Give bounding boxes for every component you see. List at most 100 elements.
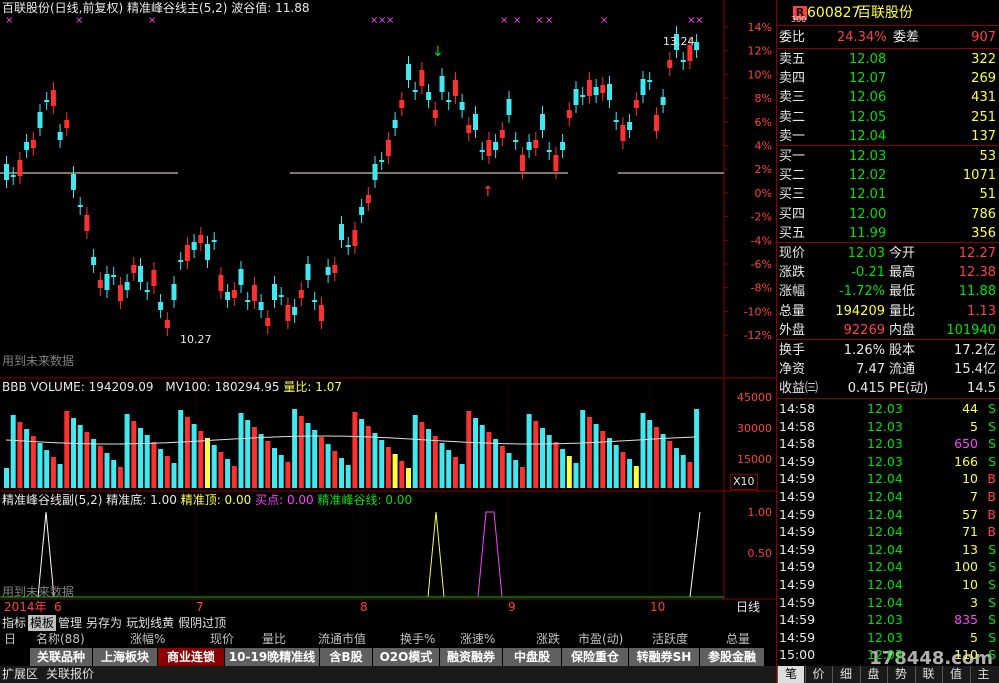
column-header-item[interactable]: 日 (4, 631, 16, 647)
bid-volume: 1071 (962, 168, 996, 184)
ask-row[interactable]: 卖二 12.05 251 (777, 108, 999, 127)
candle-body (171, 284, 177, 300)
candle-body (633, 100, 639, 108)
candle-body (71, 174, 76, 190)
stat-row: 总量 194209 量比 1.13 (777, 302, 999, 321)
extension-area-button[interactable]: 扩展区 (2, 666, 38, 683)
candle-body (178, 260, 184, 262)
column-header-item[interactable]: 市盈(动) (578, 631, 623, 647)
block-tab[interactable]: 参股金融 (700, 648, 765, 666)
toolbar-button[interactable]: 另存为 (84, 615, 124, 631)
column-header-item[interactable]: 涨跌 (536, 631, 560, 647)
block-tab[interactable]: 含B股 (320, 648, 373, 666)
volume-bar (452, 457, 458, 488)
volume-bar (647, 420, 653, 488)
volume-bar (171, 463, 177, 488)
period-label[interactable]: 日线 (736, 600, 760, 614)
volume-bar (184, 417, 190, 488)
block-tab[interactable]: 商业连锁 (158, 648, 225, 666)
volume-bar (4, 468, 9, 488)
block-tab[interactable]: 关联品种 (30, 648, 93, 666)
tick-side: S (988, 436, 996, 452)
bid-row[interactable]: 买四 12.00 786 (777, 205, 999, 224)
volume-bar (365, 426, 371, 488)
y-tick-label: 6% (755, 116, 772, 129)
date-label-jun: 6 (54, 600, 62, 614)
block-tab[interactable]: 上海板块 (93, 648, 158, 666)
stat-row: 外盘 92269 内盘 101940 (777, 321, 999, 340)
volume-bar (218, 452, 224, 488)
ask-row[interactable]: 卖四 12.07 269 (777, 69, 999, 88)
volume-bar (607, 438, 612, 488)
bid-row[interactable]: 买二 12.02 1071 (777, 166, 999, 185)
candle-body (560, 142, 566, 150)
candle-body (680, 60, 686, 62)
tick-side: S (988, 418, 996, 434)
toolbar-button[interactable]: 玩划线黄 (124, 615, 176, 631)
block-tab[interactable]: 转融券SH (629, 648, 700, 666)
stat-row: 净资 7.47 流通 15.4亿 (777, 360, 999, 379)
sub-indicator-name[interactable]: 精准峰谷线副(5,2) (2, 493, 102, 507)
candle-body (84, 215, 90, 231)
candle-body (546, 150, 552, 152)
indicator-name[interactable]: 精准峰谷线主(5,2) (127, 1, 227, 15)
candle-body (439, 76, 445, 92)
related-quote-button[interactable]: 关联报价 (46, 666, 94, 683)
ask-row[interactable]: 卖五 12.08 322 (777, 50, 999, 69)
column-header-item[interactable]: 涨速% (460, 631, 495, 647)
block-tab[interactable]: 10-19晚精准线 (225, 648, 320, 666)
stat-row: 换手 1.26% 股本 17.2亿 (777, 341, 999, 360)
stat-row: 现价 12.03 今开 12.27 (777, 244, 999, 263)
stat-label: 最低 (889, 284, 916, 300)
tick-time: 14:59 (779, 594, 816, 610)
toolbar-button[interactable]: 指标 (0, 615, 28, 631)
volume-bar (231, 466, 237, 488)
volume-bar (278, 455, 284, 488)
ask-row[interactable]: 卖三 12.06 431 (777, 88, 999, 107)
volume-bar (10, 415, 16, 488)
column-header-item[interactable]: 换手% (400, 631, 435, 647)
candle-body (499, 130, 505, 138)
volume-bar (446, 450, 452, 488)
candle-body (519, 155, 525, 171)
volume-bar (164, 456, 170, 488)
column-header-item[interactable]: 总量 (726, 631, 750, 647)
ask-row[interactable]: 卖一 12.04 137 (777, 127, 999, 146)
weicha-label: 委差 (893, 30, 920, 45)
candle-body (37, 112, 43, 128)
candle-body (446, 100, 452, 102)
block-tab[interactable]: O2O模式 (373, 648, 440, 666)
stat-label: PE(动) (889, 381, 929, 396)
column-header-item[interactable]: 活跃度 (652, 631, 688, 647)
stat-value: 12.27 (958, 246, 996, 261)
volume-ma-line (5, 435, 697, 445)
candle-body (513, 140, 519, 142)
bid-row[interactable]: 买五 11.99 356 (777, 224, 999, 243)
volume-bar (198, 431, 204, 488)
stat-value: -0.21 (851, 265, 885, 281)
column-header-item[interactable]: 涨幅% (130, 631, 165, 647)
volume-bar (211, 445, 217, 488)
volume-bar (30, 436, 36, 488)
block-tab[interactable]: 融资融券 (440, 648, 503, 666)
volume-bar (653, 427, 659, 488)
kline-chart[interactable]: 14% 12% 10% 8% 6% 4% 2% 0% -2% -4% -6% -8% -10% -12% 4… (0, 0, 776, 600)
tick-side: S (988, 577, 996, 592)
candle-body (566, 110, 572, 118)
toolbar-button[interactable]: 管理 (56, 615, 84, 631)
stat-value: 7.47 (856, 362, 885, 377)
column-header-item[interactable]: 现价 (210, 631, 234, 647)
column-header-item[interactable]: 流通市值 (318, 631, 366, 647)
block-tab[interactable]: 保险重仓 (562, 648, 629, 666)
bid-row[interactable]: 买一 12.03 53 (777, 147, 999, 166)
column-header-item[interactable]: 名称(88) (36, 631, 85, 647)
candle-body (406, 64, 411, 80)
bid-row[interactable]: 买三 12.01 51 (777, 185, 999, 204)
toolbar-button[interactable]: 假阴过顶 (176, 615, 228, 631)
separator (777, 145, 999, 146)
volume-bar (546, 435, 552, 488)
chart-area[interactable]: 14% 12% 10% 8% 6% 4% 2% 0% -2% -4% -6% -8% -10% -12% 4… (0, 0, 776, 614)
column-header-item[interactable]: 量比 (262, 631, 286, 647)
block-tab[interactable]: 中盘股 (503, 648, 562, 666)
toolbar-button[interactable]: 模板 (28, 615, 57, 631)
